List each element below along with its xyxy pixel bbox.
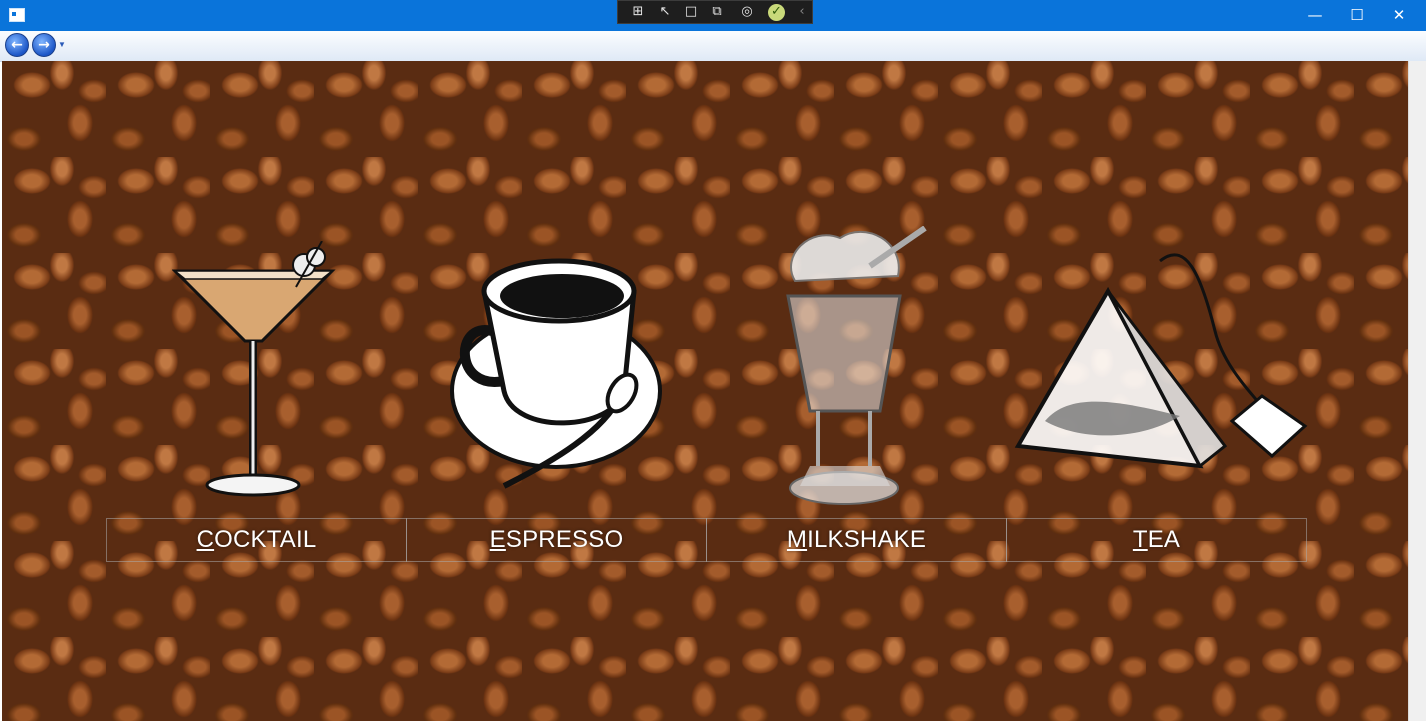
collapse-icon[interactable]: ‹ <box>794 4 810 20</box>
adorner-icon[interactable]: ⧉ <box>709 4 725 20</box>
espresso-access-key: E <box>489 526 506 553</box>
track-focus-icon[interactable]: ◎ <box>739 4 755 20</box>
app-icon <box>9 8 25 22</box>
back-button[interactable]: ← <box>5 33 29 57</box>
coffee-cup-icon <box>450 258 662 489</box>
milkshake-access-key: M <box>786 526 808 553</box>
cocktail-button[interactable]: C OCKTAIL <box>106 518 407 562</box>
milkshake-label: ILKSHAKE <box>807 526 927 553</box>
minimize-button[interactable]: — <box>1292 0 1338 31</box>
cocktail-access-key: C <box>196 526 215 553</box>
title-bar: ⊞ ↖ □ ⧉ ◎ ✓ ‹ — ☐ ✕ <box>0 0 1426 31</box>
cocktail-glass-icon <box>172 241 336 497</box>
tea-button[interactable]: T EA <box>1006 518 1307 562</box>
espresso-button[interactable]: E SPRESSO <box>406 518 707 562</box>
frame-icon[interactable]: □ <box>683 4 699 20</box>
pointer-icon[interactable]: ↖ <box>657 4 673 20</box>
navigation-bar: ← → ▼ <box>0 31 1426 62</box>
select-element-icon[interactable]: ⊞ <box>630 4 646 20</box>
maximize-button[interactable]: ☐ <box>1334 0 1380 31</box>
tea-bag-icon <box>1014 253 1308 469</box>
debug-toolbar: ⊞ ↖ □ ⧉ ◎ ✓ ‹ <box>617 0 813 24</box>
vertical-scrollbar[interactable] <box>1408 61 1426 721</box>
nav-history-dropdown-icon[interactable]: ▼ <box>58 40 66 49</box>
espresso-label: SPRESSO <box>505 526 624 553</box>
forward-button[interactable]: → <box>32 33 56 57</box>
tea-label: EA <box>1147 526 1181 553</box>
check-icon[interactable]: ✓ <box>768 4 785 21</box>
milkshake-button[interactable]: M ILKSHAKE <box>706 518 1007 562</box>
milkshake-glass-icon <box>786 226 927 505</box>
tea-access-key: T <box>1132 526 1148 553</box>
drink-choice-bar: C OCKTAIL E SPRESSO M ILKSHAKE T EA <box>106 518 1307 562</box>
cocktail-label: OCKTAIL <box>214 526 317 553</box>
coffee-beans-background: C OCKTAIL E SPRESSO M ILKSHAKE T EA <box>2 61 1408 721</box>
close-button[interactable]: ✕ <box>1376 0 1422 31</box>
